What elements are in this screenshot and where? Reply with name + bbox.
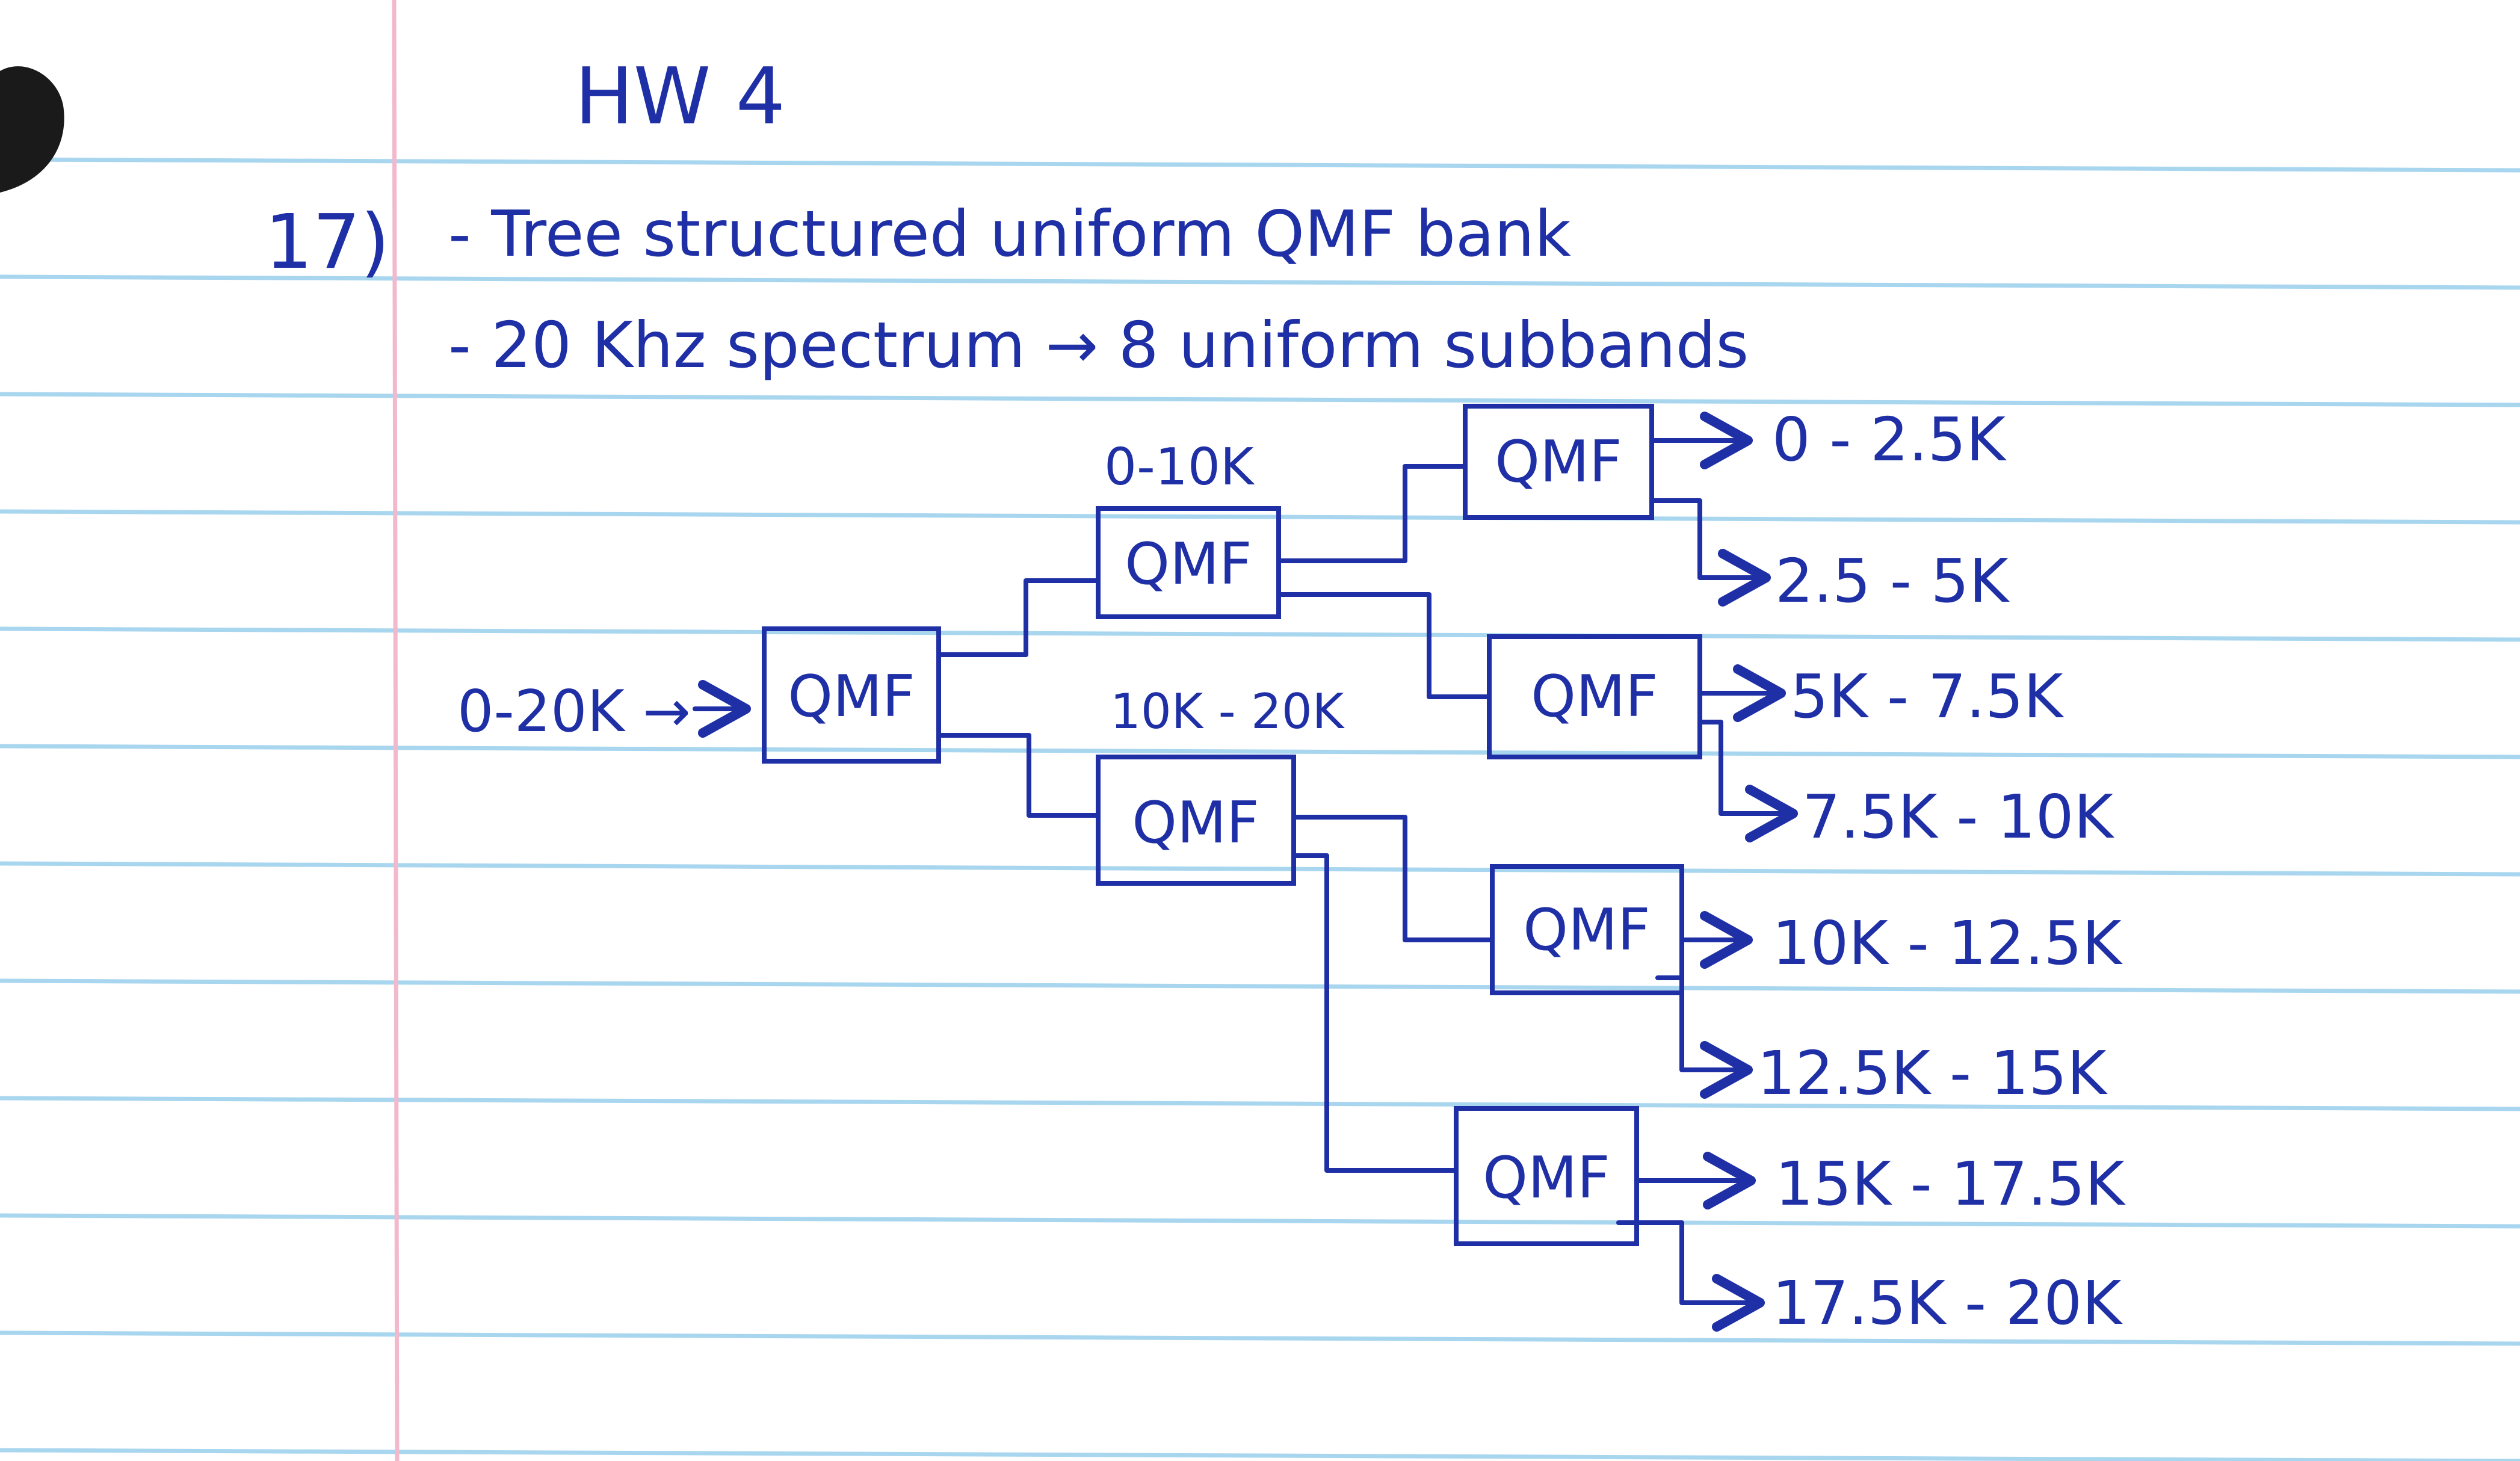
- subband-label-5: 10K - 12.5K: [1772, 908, 2123, 978]
- qmf-label-upper: QMF: [1125, 531, 1252, 598]
- qmf-label-c: QMF: [1523, 897, 1650, 963]
- lower-branch-label: 10K - 20K: [1110, 684, 1345, 740]
- qmf-label-d: QMF: [1483, 1145, 1610, 1211]
- qmf-label-root: QMF: [788, 664, 915, 730]
- qmf-label-a: QMF: [1495, 429, 1622, 495]
- subband-label-8: 17.5K - 20K: [1772, 1268, 2123, 1338]
- page-heading: HW 4: [575, 51, 785, 142]
- subband-label-2: 2.5 - 5K: [1775, 546, 2010, 616]
- margin-line: [392, 0, 400, 1461]
- input-band-label: 0-20K →: [457, 679, 691, 745]
- upper-branch-label: 0-10K: [1104, 437, 1255, 497]
- subband-label-7: 15K - 17.5K: [1775, 1149, 2126, 1219]
- problem-number: 17): [265, 199, 390, 286]
- note-line-2: - 20 Khz spectrum → 8 uniform subbands: [448, 309, 1749, 382]
- qmf-label-lower: QMF: [1132, 790, 1259, 856]
- subband-label-3: 5K - 7.5K: [1790, 661, 2064, 732]
- notebook-page: HW 4 17) - Tree structured uniform QMF b…: [0, 0, 2520, 1461]
- subband-label-6: 12.5K - 15K: [1757, 1038, 2108, 1108]
- subband-label-1: 0 - 2.5K: [1772, 404, 2007, 475]
- notebook-sheet: HW 4 17) - Tree structured uniform QMF b…: [0, 0, 2520, 1461]
- subband-label-4: 7.5K - 10K: [1802, 782, 2115, 852]
- qmf-label-b: QMF: [1531, 664, 1658, 730]
- note-line-1: - Tree structured uniform QMF bank: [448, 197, 1571, 271]
